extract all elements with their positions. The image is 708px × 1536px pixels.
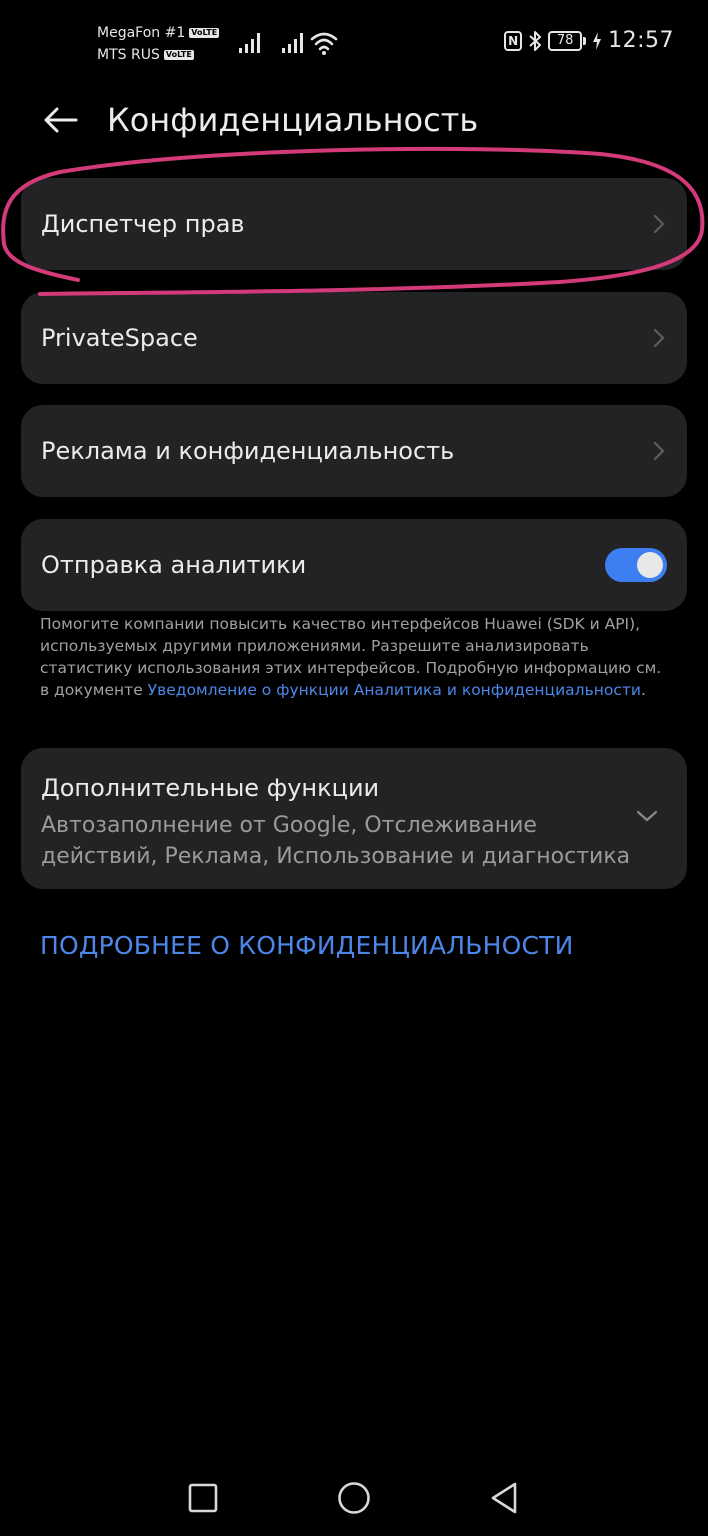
bluetooth-icon (529, 30, 542, 51)
navigation-bar (0, 1460, 708, 1536)
analytics-description: Помогите компании повысить качество инте… (40, 613, 672, 701)
ads-privacy-item[interactable]: Реклама и конфиденциальность (21, 405, 687, 497)
item-label: Реклама и конфиденциальность (41, 437, 455, 465)
recents-square-icon (188, 1483, 218, 1513)
item-label: PrivateSpace (41, 324, 198, 352)
recents-button[interactable] (183, 1478, 223, 1518)
chevron-right-icon (653, 441, 665, 461)
carrier-1-label: MegaFon #1 (97, 25, 186, 41)
status-icons: N 78 12:57 (504, 28, 674, 53)
home-button[interactable] (334, 1478, 374, 1518)
arrow-left-icon (44, 107, 78, 133)
clock: 12:57 (608, 28, 674, 53)
carrier-info: MegaFon #1 VoLTE MTS RUS VoLTE (97, 22, 220, 66)
extra-functions-title: Дополнительные функции (41, 774, 380, 802)
toggle-knob (637, 552, 663, 578)
back-button[interactable] (40, 100, 80, 140)
chevron-down-icon (636, 810, 658, 822)
extra-functions-item[interactable]: Дополнительные функции Автозаполнение от… (21, 748, 687, 889)
home-circle-icon (338, 1482, 370, 1514)
privatespace-item[interactable]: PrivateSpace (21, 292, 687, 384)
volte-badge: VoLTE (163, 50, 194, 60)
signal-icon (282, 33, 303, 53)
chevron-right-icon (653, 214, 665, 234)
battery-icon: 78 (548, 30, 587, 51)
analytics-notice-link[interactable]: Уведомление о функции Аналитика и конфид… (148, 681, 641, 699)
item-label: Отправка аналитики (41, 551, 307, 579)
battery-level: 78 (548, 30, 583, 51)
extra-functions-subtitle: Автозаполнение от Google, Отслеживание д… (41, 813, 631, 869)
description-end: . (640, 681, 646, 699)
analytics-toggle[interactable] (605, 548, 667, 582)
chevron-right-icon (653, 328, 665, 348)
permission-manager-item[interactable]: Диспетчер прав (21, 178, 687, 270)
charging-icon (593, 31, 602, 50)
signal-icon (239, 33, 260, 53)
wifi-icon (310, 32, 338, 55)
back-nav-button[interactable] (484, 1478, 524, 1518)
nfc-icon: N (504, 30, 523, 51)
status-bar: MegaFon #1 VoLTE MTS RUS VoLTE N 78 12:5… (0, 0, 708, 80)
back-triangle-icon (491, 1482, 517, 1514)
carrier-2-label: MTS RUS (97, 47, 160, 63)
more-about-privacy-link[interactable]: ПОДРОБНЕЕ О КОНФИДЕНЦИАЛЬНОСТИ (40, 928, 574, 964)
volte-badge: VoLTE (189, 28, 220, 38)
analytics-item: Отправка аналитики (21, 519, 687, 611)
item-label: Диспетчер прав (41, 210, 245, 238)
page-title: Конфиденциальность (107, 101, 479, 139)
